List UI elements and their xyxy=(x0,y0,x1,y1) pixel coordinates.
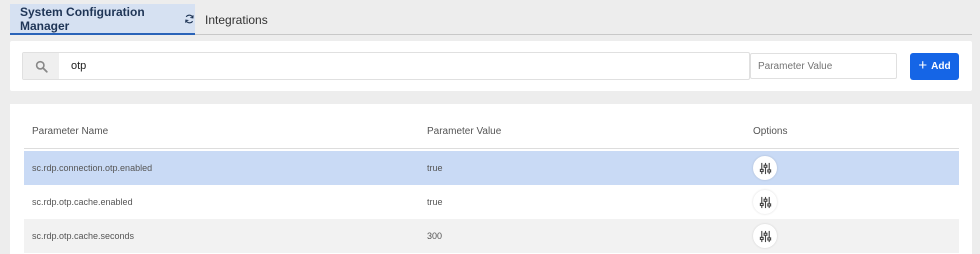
parameter-name-cell: sc.rdp.otp.cache.seconds xyxy=(32,231,135,241)
tab-integrations[interactable]: Integrations xyxy=(205,4,268,35)
parameter-value-cell: 300 xyxy=(427,231,443,241)
parameters-table: Parameter Name Parameter Value Options s… xyxy=(10,104,972,254)
search-icon xyxy=(23,53,59,79)
refresh-icon[interactable] xyxy=(184,13,195,25)
add-button[interactable]: + Add xyxy=(910,53,959,80)
sliders-icon xyxy=(759,196,771,208)
tab-system-configuration-manager[interactable]: System Configuration Manager xyxy=(10,4,195,35)
tab-label: Integrations xyxy=(205,12,268,27)
parameter-name-cell: sc.rdp.connection.otp.enabled xyxy=(32,163,153,173)
parameter-value-cell: true xyxy=(427,163,443,173)
search-panel: otp + Add xyxy=(10,41,972,91)
search-value[interactable]: otp xyxy=(59,53,749,79)
table-row[interactable]: sc.rdp.otp.cache.seconds 300 xyxy=(24,219,959,253)
table-header: Parameter Name Parameter Value Options xyxy=(24,104,959,149)
column-header-options: Options xyxy=(753,126,788,137)
options-button[interactable] xyxy=(753,224,777,248)
sliders-icon xyxy=(759,162,771,174)
options-button[interactable] xyxy=(753,190,777,214)
sliders-icon xyxy=(759,230,771,242)
parameter-value-cell: true xyxy=(427,197,443,207)
column-header-value: Parameter Value xyxy=(427,126,502,137)
parameter-name-cell: sc.rdp.otp.cache.enabled xyxy=(32,197,133,207)
table-row[interactable]: sc.rdp.connection.otp.enabled true xyxy=(24,151,959,185)
tab-bar: System Configuration Manager Integration… xyxy=(10,0,972,35)
options-button[interactable] xyxy=(753,156,777,180)
add-button-label: Add xyxy=(931,61,951,72)
table-row[interactable]: sc.rdp.otp.cache.enabled true xyxy=(24,185,959,219)
plus-icon: + xyxy=(918,57,928,74)
search-input[interactable]: otp xyxy=(22,52,750,80)
parameter-value-input[interactable] xyxy=(750,53,897,79)
column-header-name: Parameter Name xyxy=(32,126,109,137)
tab-label: System Configuration Manager xyxy=(20,4,145,33)
